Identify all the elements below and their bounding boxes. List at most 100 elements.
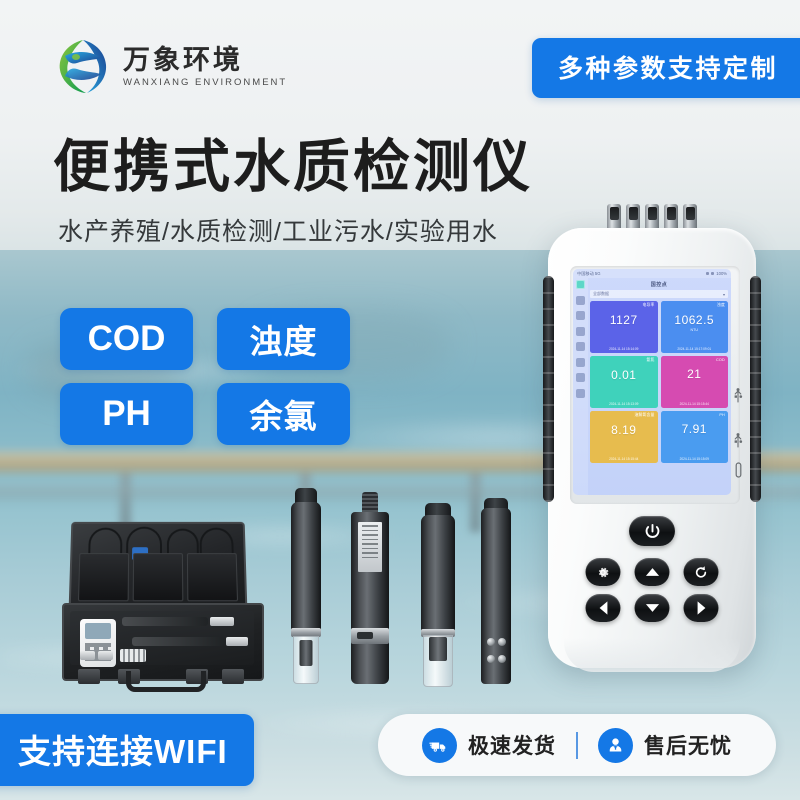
down-button[interactable] — [634, 594, 670, 622]
card-timestamp: 2024-11-14 15:15:44 — [609, 457, 639, 461]
parameter-tag-list: COD 浊度 PH 余氯 — [60, 308, 350, 445]
up-button[interactable] — [634, 558, 670, 586]
card-value: 21 — [687, 367, 702, 381]
parameter-tag-residual-chlorine: 余氯 — [217, 383, 350, 445]
connector-port — [664, 204, 678, 230]
card-value: 1062.5 — [674, 313, 715, 327]
screen-title: 国控点 — [650, 282, 668, 288]
status-battery: 100% — [716, 271, 727, 276]
connector-port — [683, 204, 697, 230]
device-button-grid — [585, 558, 719, 622]
customer-service-person-icon — [598, 727, 633, 763]
case-accessory-strip — [120, 649, 146, 662]
measurement-card[interactable]: 氨氮 0.01 2024-11-14 15:13:09 — [590, 356, 658, 408]
sidebar-item-user[interactable] — [576, 373, 585, 382]
probe-sensor-hole — [487, 638, 495, 646]
case-accessory-block — [98, 651, 113, 660]
connector-port — [626, 204, 640, 230]
probe-electrode — [299, 640, 313, 666]
probe-sensor-hole — [498, 655, 506, 663]
device-connector-ports — [607, 204, 697, 230]
sidebar-item-settings[interactable] — [576, 357, 585, 367]
probe-body — [421, 515, 455, 633]
arrow-right-icon — [697, 601, 705, 615]
case-accessory-block — [80, 651, 95, 660]
case-probe-slot — [122, 617, 208, 626]
device-side-grip-left — [543, 276, 554, 502]
case-probe-slot — [132, 637, 224, 646]
power-icon — [645, 523, 659, 538]
probe-window — [357, 632, 373, 639]
wifi-support-banner: 支持连接WIFI — [0, 714, 254, 786]
wifi-icon — [711, 272, 715, 275]
card-parameter-name: 浊度 — [717, 303, 725, 307]
card-timestamp: 2024-11-14 15:14:09 — [609, 347, 639, 351]
gear-icon — [598, 567, 609, 577]
card-value: 1127 — [609, 313, 638, 327]
usb-icon — [734, 388, 743, 403]
refresh-button[interactable] — [683, 558, 719, 586]
measurement-card[interactable]: PH 7.91 2024-11-14 15:15:09 — [660, 411, 728, 463]
settings-button[interactable] — [585, 558, 621, 586]
card-parameter-name: COD — [715, 358, 725, 362]
screen-main-panel: 国控点 全部数据 ▾ 电导率 1127 2024-11-14 15:14:09 — [588, 278, 731, 495]
case-probe-tip — [226, 637, 248, 646]
card-parameter-name: PH — [719, 413, 725, 417]
card-parameter-name: 氨氮 — [646, 358, 655, 362]
arrow-left-icon — [599, 601, 607, 615]
conductivity-probe — [291, 488, 321, 684]
probe-electrode — [429, 637, 447, 661]
card-parameter-name: 溶解氧含量 — [634, 413, 655, 417]
measurement-card[interactable]: 溶解氧含量 8.19 2024-11-14 15:15:44 — [590, 411, 658, 463]
device-side-grip-right — [750, 276, 761, 502]
measurement-card-grid: 电导率 1127 2024-11-14 15:14:09 浊度 1062.5 N… — [590, 301, 728, 463]
sidebar-item-list[interactable] — [576, 311, 585, 320]
service-guarantee-bar: 极速发货 售后无忧 — [378, 714, 776, 776]
case-probe-tip — [210, 617, 234, 626]
sidebar-item-tools[interactable] — [576, 388, 585, 398]
globe-swirl-logo-icon — [52, 36, 114, 98]
dock-post — [470, 470, 481, 532]
probe-tip — [351, 644, 389, 684]
power-button[interactable] — [629, 516, 675, 546]
sidebar-item-chart[interactable] — [576, 295, 585, 305]
case-latch — [78, 669, 100, 684]
device-bottom — [564, 638, 740, 672]
right-button[interactable] — [683, 594, 719, 622]
labeled-sensor-probe — [351, 492, 389, 684]
sidebar-item-edit[interactable] — [576, 342, 585, 351]
card-unit: NTU — [690, 328, 698, 332]
card-value: 8.19 — [611, 423, 637, 437]
device-screen[interactable]: 中国移动 5G 100% 国控点 全部数据 ▾ 电导率 1127 2024-11… — [573, 269, 731, 495]
service-label-aftersales: 售后无忧 — [644, 735, 732, 758]
connector-port — [607, 204, 621, 230]
service-label-shipping: 极速发货 — [468, 735, 556, 758]
probe-body — [481, 508, 511, 684]
page-subtitle: 水产养殖/水质检测/工业污水/实验用水 — [58, 218, 498, 246]
chevron-down-icon: ▾ — [722, 291, 725, 297]
connector-port — [645, 204, 659, 230]
port-icon — [735, 462, 741, 478]
measurement-card[interactable]: COD 21 2024-11-14 15:15:44 — [660, 356, 728, 408]
card-timestamp: 2024-11-14 15:13:09 — [609, 402, 639, 406]
turbidity-probe — [421, 503, 455, 687]
case-foam-insert — [70, 611, 254, 667]
portable-hard-case — [60, 519, 264, 692]
handheld-water-quality-detector: 中国移动 5G 100% 国控点 全部数据 ▾ 电导率 1127 2024-11… — [543, 204, 761, 672]
screen-data-selector[interactable]: 全部数据 ▾ — [590, 290, 728, 298]
measurement-card[interactable]: 浊度 1062.5 NTU 2024-11-14 15:17:09:01 — [660, 301, 728, 353]
screen-status-bar: 中国移动 5G 100% — [573, 269, 731, 278]
measurement-card[interactable]: 电导率 1127 2024-11-14 15:14:09 — [590, 301, 658, 353]
sidebar-item-cloud[interactable] — [576, 326, 585, 336]
parameter-tag-cod: COD — [60, 308, 193, 370]
probe-spec-label — [358, 522, 382, 572]
delivery-truck-icon — [422, 727, 457, 763]
parameter-tag-ph: PH — [60, 383, 193, 445]
case-latch — [222, 669, 244, 684]
left-button[interactable] — [585, 594, 621, 622]
screen-sidebar — [573, 278, 588, 495]
arrow-down-icon — [645, 604, 659, 612]
case-unit-screen — [85, 623, 111, 639]
service-divider — [576, 731, 578, 759]
sidebar-item-home[interactable] — [576, 280, 585, 289]
